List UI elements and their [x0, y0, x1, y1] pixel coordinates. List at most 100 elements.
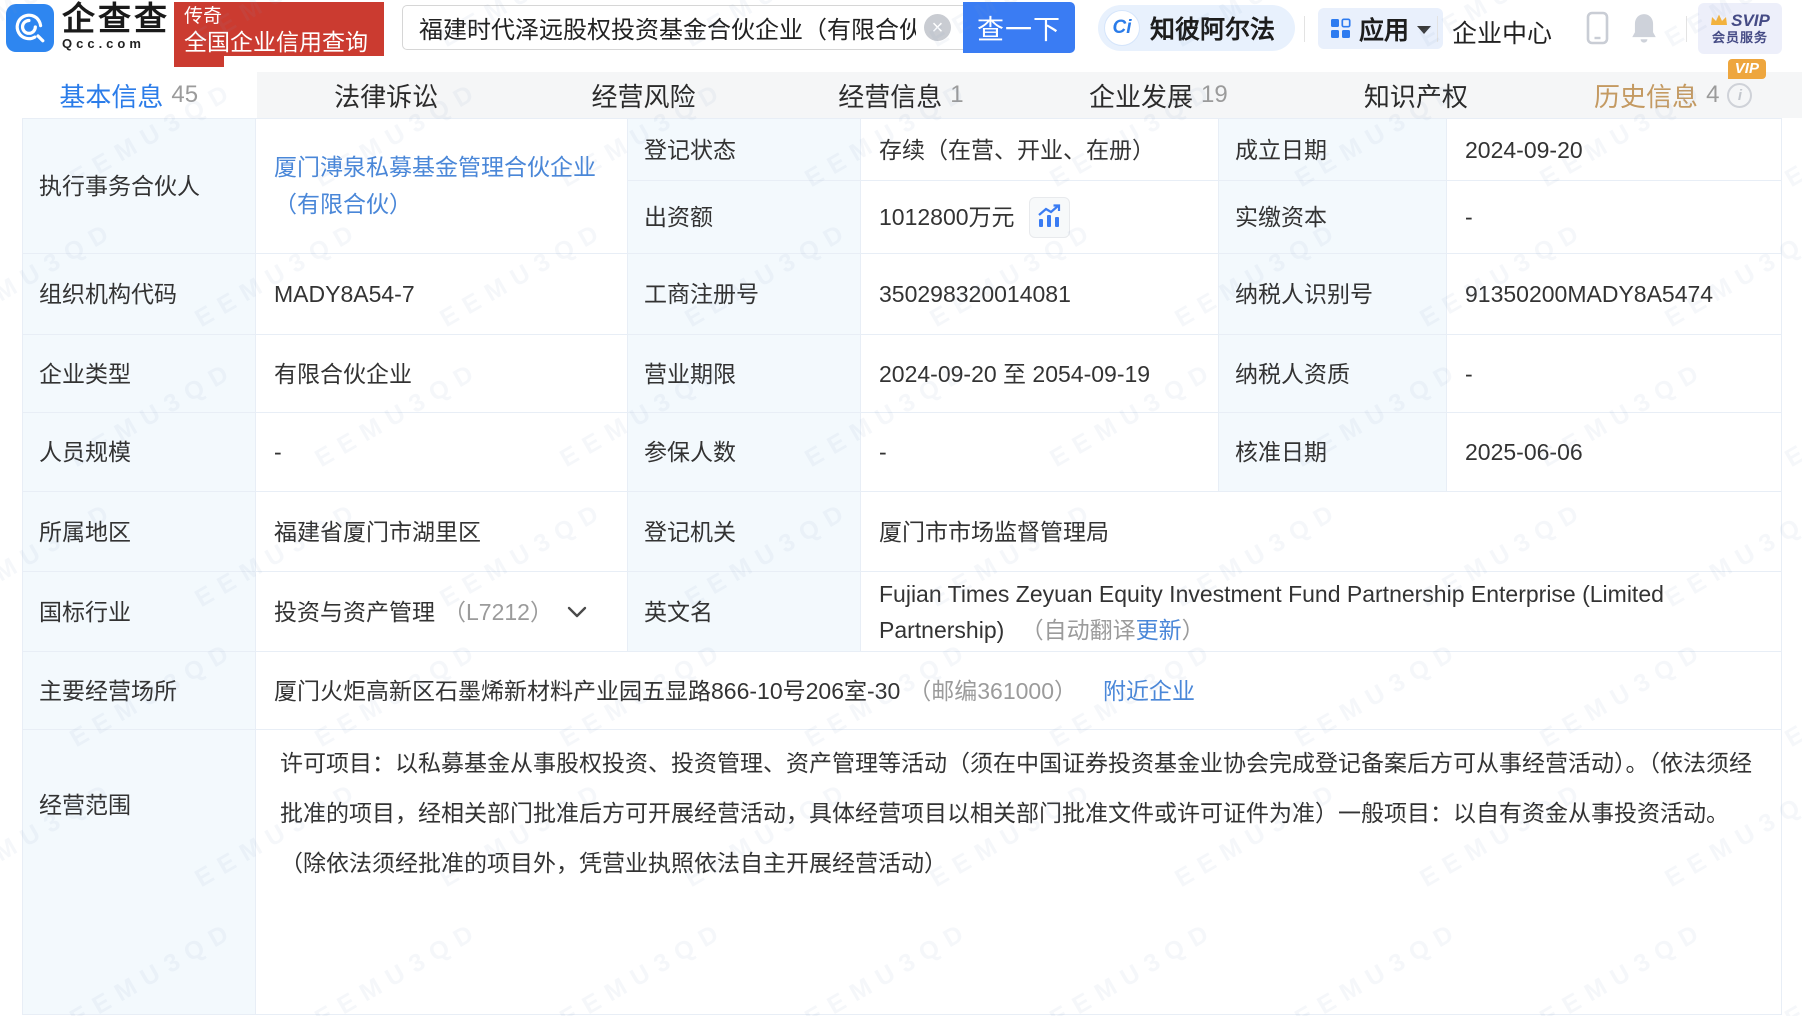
tab-intellectual-property[interactable]: 知识产权	[1287, 72, 1544, 118]
field-label-english-name: 英文名	[628, 572, 860, 651]
industry-code: （L7212）	[443, 595, 553, 629]
svip-label: SVIP	[1731, 11, 1770, 30]
field-label-company-type: 企业类型	[23, 335, 255, 412]
field-label-establish-date: 成立日期	[1219, 119, 1446, 180]
address-text: 厦门火炬高新区石墨烯新材料产业园五显路866-10号206室-30	[274, 674, 900, 708]
vip-badge: VIP	[1728, 59, 1766, 79]
divider	[1437, 16, 1438, 42]
apps-label: 应用	[1359, 11, 1409, 47]
industry-chevron-down-icon[interactable]	[567, 606, 587, 618]
crown-icon	[1710, 14, 1728, 27]
field-label-org-code: 组织机构代码	[23, 254, 255, 334]
field-value-region: 福建省厦门市湖里区	[256, 492, 627, 571]
ribbon-tail	[174, 56, 224, 67]
watermark-text: EEMU3QD	[1780, 355, 1802, 473]
tab-label: 法律诉讼	[334, 77, 438, 114]
field-label-address: 主要经营场所	[23, 652, 255, 729]
english-name-text: Fujian Times Zeyuan Equity Investment Fu…	[879, 581, 1664, 643]
field-label-reg-status: 登记状态	[628, 119, 860, 180]
tab-label: 经营信息	[838, 77, 942, 114]
field-value-insured-count: -	[861, 413, 1218, 491]
field-value-business-scope: 许可项目：以私募基金从事股权投资、投资管理、资产管理等活动（须在中国证券投资基金…	[256, 730, 1781, 1014]
tab-count: 45	[171, 81, 198, 109]
field-label-staff-size: 人员规模	[23, 413, 255, 491]
field-label-taxpayer-quality: 纳税人资质	[1219, 335, 1446, 412]
field-value-taxpayer-id: 91350200MADY8A5474	[1447, 254, 1781, 334]
field-label-paid-capital: 实缴资本	[1219, 181, 1446, 253]
tab-label: 知识产权	[1364, 77, 1468, 114]
field-value-reg-authority: 厦门市市场监督管理局	[861, 492, 1781, 571]
executive-partner-link[interactable]: 厦门溥泉私募基金管理合伙企业（有限合伙）	[274, 149, 609, 223]
tab-count: 19	[1201, 81, 1228, 109]
field-value-approval-date: 2025-06-06	[1447, 413, 1781, 491]
search-input[interactable]: 福建时代泽远股权投资基金合伙企业（有限合伙	[402, 5, 963, 50]
tab-history-info[interactable]: VIP 历史信息 4	[1545, 72, 1802, 118]
clear-search-icon[interactable]	[924, 14, 951, 41]
svip-membership-badge[interactable]: SVIP 会员服务	[1698, 3, 1782, 54]
field-value-address: 厦门火炬高新区石墨烯新材料产业园五显路866-10号206室-30 （邮编361…	[256, 652, 1781, 729]
field-label-executive-partner: 执行事务合伙人	[23, 119, 255, 253]
enterprise-center-link[interactable]: 企业中心	[1452, 14, 1552, 50]
industry-name: 投资与资产管理	[274, 595, 435, 629]
tab-count: 4	[1706, 81, 1719, 109]
zhibi-alpha-link[interactable]: Ci 知彼阿尔法	[1098, 5, 1295, 51]
qcc-company-page: 企查查 Qcc.com 传奇 全国企业信用查询 福建时代泽远股权投资基金合伙企业…	[0, 0, 1802, 1016]
info-icon[interactable]	[1727, 83, 1752, 108]
tab-legal-litigation[interactable]: 法律诉讼	[257, 72, 514, 118]
field-value-paid-capital: -	[1447, 181, 1781, 253]
notifications-bell-icon[interactable]	[1630, 12, 1658, 49]
field-value-english-name: Fujian Times Zeyuan Equity Investment Fu…	[861, 572, 1781, 651]
auto-translate-note-close: ）	[1182, 617, 1205, 643]
zhibi-alpha-icon: Ci	[1104, 10, 1140, 46]
tab-basic-info[interactable]: 基本信息 45	[0, 72, 257, 118]
field-value-executive-partner: 厦门溥泉私募基金管理合伙企业（有限合伙）	[256, 119, 627, 253]
qcc-logo-text[interactable]: 企查查 Qcc.com	[62, 2, 170, 52]
field-value-staff-size: -	[256, 413, 627, 491]
field-value-establish-date: 2024-09-20	[1447, 119, 1781, 180]
field-label-contribution: 出资额	[628, 181, 860, 253]
svip-sublabel: 会员服务	[1712, 30, 1768, 46]
section-tabbar: 基本信息 45 法律诉讼 经营风险 经营信息 1 企业发展 19 知识产权 VI…	[0, 72, 1802, 118]
brand-name: 企查查	[62, 2, 170, 36]
tab-label: 企业发展	[1089, 77, 1193, 114]
mobile-app-icon[interactable]	[1586, 11, 1609, 50]
field-label-taxpayer-id: 纳税人识别号	[1219, 254, 1446, 334]
field-label-region: 所属地区	[23, 492, 255, 571]
apps-menu[interactable]: 应用	[1318, 8, 1443, 49]
contribution-amount: 1012800万元	[879, 200, 1015, 234]
tab-label: 经营风险	[592, 77, 696, 114]
field-value-contribution: 1012800万元	[861, 181, 1218, 253]
tab-operating-risk[interactable]: 经营风险	[515, 72, 772, 118]
watermark-text: EEMU3QD	[1780, 635, 1802, 753]
field-label-business-scope: 经营范围	[23, 730, 255, 1014]
search-button[interactable]: 查一下	[963, 2, 1075, 53]
field-label-approval-date: 核准日期	[1219, 413, 1446, 491]
zhibi-alpha-label: 知彼阿尔法	[1150, 10, 1275, 46]
capital-trend-chart-icon[interactable]	[1029, 197, 1070, 238]
tab-enterprise-development[interactable]: 企业发展 19	[1030, 72, 1287, 118]
translate-update-link[interactable]: 更新	[1136, 617, 1182, 643]
field-label-industry: 国标行业	[23, 572, 255, 651]
slogan-line2: 全国企业信用查询	[184, 29, 374, 55]
field-value-company-type: 有限合伙企业	[256, 335, 627, 412]
field-value-business-term: 2024-09-20 至 2054-09-19	[861, 335, 1218, 412]
address-postcode: （邮编361000）	[908, 674, 1077, 708]
field-value-reg-status: 存续（在营、开业、在册）	[861, 119, 1218, 180]
tab-label: 历史信息	[1594, 77, 1698, 114]
field-value-taxpayer-quality: -	[1447, 335, 1781, 412]
field-value-industry: 投资与资产管理 （L7212）	[256, 572, 627, 651]
field-value-org-code: MADY8A54-7	[256, 254, 627, 334]
watermark-text: EEMU3QD	[1780, 915, 1802, 1016]
nearby-companies-link[interactable]: 附近企业	[1103, 674, 1195, 708]
tab-count: 1	[950, 81, 963, 109]
slogan-line1: 传奇	[184, 5, 374, 29]
tab-operating-info[interactable]: 经营信息 1	[772, 72, 1029, 118]
divider	[1304, 16, 1305, 42]
qcc-logo-icon[interactable]	[6, 4, 54, 52]
tab-label: 基本信息	[59, 77, 163, 114]
brand-domain: Qcc.com	[62, 36, 170, 52]
field-label-insured-count: 参保人数	[628, 413, 860, 491]
field-label-reg-number: 工商注册号	[628, 254, 860, 334]
site-header: 企查查 Qcc.com 传奇 全国企业信用查询 福建时代泽远股权投资基金合伙企业…	[0, 0, 1802, 56]
apps-grid-icon	[1330, 18, 1351, 39]
